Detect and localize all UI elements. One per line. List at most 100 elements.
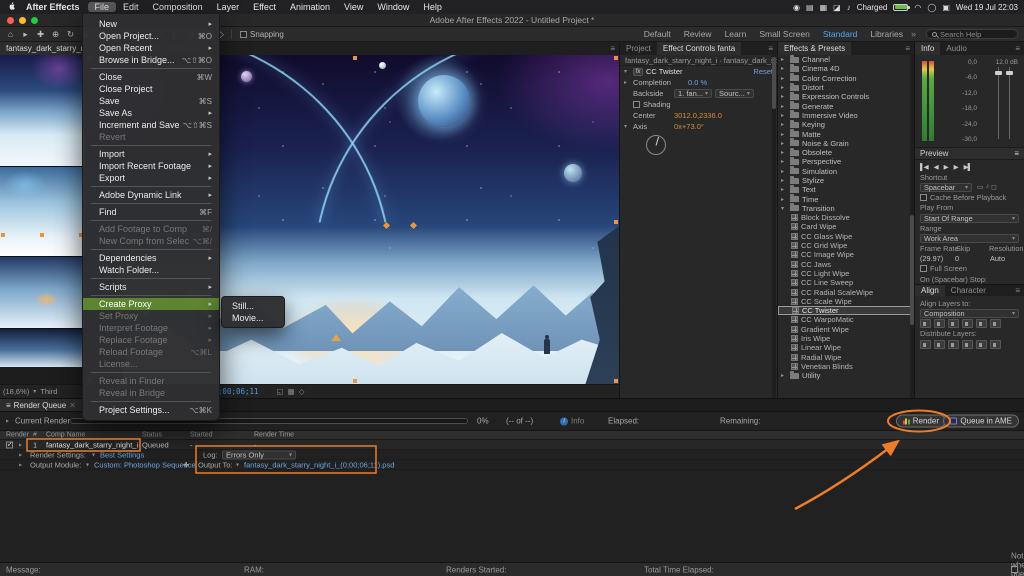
panel-menu-icon[interactable]: ≡ bbox=[764, 42, 777, 55]
control-center-icon[interactable]: ▣ bbox=[942, 3, 950, 12]
effect-item-cc-grid-wipe[interactable]: CC Grid Wipe bbox=[778, 241, 914, 250]
shading-checkbox[interactable] bbox=[633, 101, 640, 108]
proxy-submenu-item-still[interactable]: Still... bbox=[222, 300, 284, 312]
file-menu-item-export[interactable]: Export▸ bbox=[83, 172, 219, 184]
distribute-button-0[interactable] bbox=[920, 340, 931, 349]
chevron-down-icon[interactable]: ▾ bbox=[92, 451, 95, 458]
effect-item-cc-image-wipe[interactable]: CC Image Wipe bbox=[778, 250, 914, 259]
workspace-tab-libraries[interactable]: Libraries bbox=[870, 29, 903, 39]
panel-menu-icon[interactable]: ≡ bbox=[901, 42, 914, 55]
play-from-dropdown[interactable]: Start Of Range▾ bbox=[920, 214, 1019, 223]
column-header-status[interactable]: Status bbox=[142, 432, 162, 439]
effect-item-cc-twister[interactable]: CC Twister bbox=[778, 306, 914, 315]
column-header-started[interactable]: Started bbox=[190, 432, 213, 439]
frame-rate-dropdown[interactable]: (29.97) bbox=[920, 254, 949, 263]
selection-handle[interactable] bbox=[353, 379, 357, 383]
effect-item-iris-wipe[interactable]: Iris Wipe bbox=[778, 334, 914, 343]
effects-category-generate[interactable]: ▸Generate bbox=[778, 101, 914, 110]
shortcut-dropdown[interactable]: Spacebar▾ bbox=[920, 183, 972, 192]
effect-item-cc-warpomatic[interactable]: CC WarpoMatic bbox=[778, 315, 914, 324]
selection-handle[interactable] bbox=[353, 56, 357, 60]
effect-item-cc-scale-wipe[interactable]: CC Scale Wipe bbox=[778, 297, 914, 306]
property-row-backside[interactable]: Backside 1. fan...▾ Sourc...▾ bbox=[620, 88, 777, 99]
hand-tool[interactable]: ✚ bbox=[34, 29, 47, 40]
file-menu-item-save-as[interactable]: Save As▸ bbox=[83, 107, 219, 119]
footage-zoom-dropdown[interactable]: (18,6%) bbox=[3, 387, 29, 396]
menubar-menu-animation[interactable]: Animation bbox=[283, 2, 337, 12]
effect-item-linear-wipe[interactable]: Linear Wipe bbox=[778, 343, 914, 352]
keyboard-icon[interactable]: ▤ bbox=[806, 3, 814, 12]
play-button[interactable]: ▶ bbox=[944, 163, 948, 171]
effect-item-card-wipe[interactable]: Card Wipe bbox=[778, 222, 914, 231]
menubar-menu-help[interactable]: Help bbox=[416, 2, 449, 12]
distribute-button-4[interactable] bbox=[976, 340, 987, 349]
previous-frame-button[interactable]: ◀ bbox=[934, 163, 938, 171]
twirl-icon[interactable]: ▸ bbox=[19, 441, 25, 448]
effect-name[interactable]: CC Twister bbox=[646, 67, 683, 76]
cache-before-playback-checkbox[interactable] bbox=[920, 194, 927, 201]
wifi-icon[interactable]: ◠ bbox=[914, 3, 921, 12]
twirl-icon[interactable]: ▾ bbox=[624, 68, 630, 75]
file-menu-item-adobe-dynamic-link[interactable]: Adobe Dynamic Link▸ bbox=[83, 189, 219, 201]
effect-item-cc-radial-scalewipe[interactable]: CC Radial ScaleWipe bbox=[778, 287, 914, 296]
menubar-menu-file[interactable]: File bbox=[88, 2, 117, 12]
first-frame-button[interactable]: ▌◀ bbox=[920, 163, 928, 171]
align-button-0[interactable] bbox=[920, 319, 931, 328]
effects-category-immersive-video[interactable]: ▸Immersive Video bbox=[778, 111, 914, 120]
align-panel-tab[interactable]: Align bbox=[915, 285, 945, 296]
footage-thumbnail[interactable] bbox=[0, 329, 85, 367]
file-menu-item-close-project[interactable]: Close Project bbox=[83, 83, 219, 95]
menubar-app-name[interactable]: After Effects bbox=[19, 2, 87, 12]
twirl-icon[interactable]: ▸ bbox=[19, 461, 25, 468]
property-row-center[interactable]: Center 3012.0,2336.0 bbox=[620, 110, 777, 121]
character-panel-tab[interactable]: Character bbox=[945, 285, 992, 296]
proxy-submenu-item-movie[interactable]: Movie... bbox=[222, 312, 284, 324]
render-settings-value[interactable]: Best Settings bbox=[100, 450, 144, 459]
distribute-button-2[interactable] bbox=[948, 340, 959, 349]
workspace-tab-small-screen[interactable]: Small Screen bbox=[759, 29, 810, 39]
chevron-down-icon[interactable]: ▾ bbox=[236, 461, 239, 468]
render-queue-row[interactable]: ▸ 1 fantasy_dark_starry_night_i Queued -… bbox=[0, 440, 1024, 450]
align-button-3[interactable] bbox=[962, 319, 973, 328]
resolution-dropdown[interactable]: Auto bbox=[990, 254, 1019, 263]
footage-thumbnail[interactable] bbox=[0, 55, 85, 167]
audio-slider-right[interactable] bbox=[1009, 67, 1010, 139]
effects-category-distort[interactable]: ▸Distort bbox=[778, 83, 914, 92]
file-menu-item-browse-in-bridge[interactable]: Browse in Bridge...⌥⇧⌘O bbox=[83, 54, 219, 66]
column-header-comp-name[interactable]: Comp Name bbox=[46, 432, 85, 439]
file-menu-item-import-recent-footage[interactable]: Import Recent Footage▸ bbox=[83, 160, 219, 172]
property-row-shading[interactable]: Shading bbox=[620, 99, 777, 110]
menubar-clock[interactable]: Wed 19 Jul 22:03 bbox=[956, 3, 1018, 12]
align-button-4[interactable] bbox=[976, 319, 987, 328]
selection-handle[interactable] bbox=[614, 220, 618, 224]
render-queue-tab[interactable]: ≡ Render Queue ✕ bbox=[0, 399, 82, 411]
effect-item-cc-light-wipe[interactable]: CC Light Wipe bbox=[778, 269, 914, 278]
grid-icon[interactable]: ▦ bbox=[288, 387, 295, 396]
region-of-interest-icon[interactable]: ◱ bbox=[277, 387, 284, 396]
apple-menu-icon[interactable] bbox=[6, 2, 18, 13]
file-menu-item-create-proxy[interactable]: Create Proxy▸ bbox=[83, 298, 219, 310]
effects-category-transition[interactable]: ▾Transition bbox=[778, 204, 914, 213]
column-header-render[interactable]: Render bbox=[6, 432, 29, 439]
effects-category-cinema-4d[interactable]: ▸Cinema 4D bbox=[778, 64, 914, 73]
file-menu-item-increment-and-save[interactable]: Increment and Save⌥⇧⌘S bbox=[83, 119, 219, 131]
skip-value[interactable]: 0 bbox=[955, 254, 984, 263]
battery-icon[interactable] bbox=[893, 4, 908, 11]
effect-item-cc-jaws[interactable]: CC Jaws bbox=[778, 260, 914, 269]
selection-tool[interactable]: ▸ bbox=[19, 29, 32, 40]
help-search-input[interactable]: Search Help bbox=[926, 29, 1018, 39]
selection-handle[interactable] bbox=[1, 233, 5, 237]
effects-category-perspective[interactable]: ▸Perspective bbox=[778, 157, 914, 166]
full-screen-checkbox[interactable] bbox=[920, 265, 927, 272]
twirl-icon[interactable]: ▾ bbox=[624, 123, 630, 130]
footage-thumbnail[interactable] bbox=[0, 257, 85, 329]
align-button-5[interactable] bbox=[990, 319, 1001, 328]
file-menu-item-open-recent[interactable]: Open Recent▸ bbox=[83, 42, 219, 54]
effects-category-color-correction[interactable]: ▸Color Correction bbox=[778, 74, 914, 83]
align-to-dropdown[interactable]: Composition▾ bbox=[920, 309, 1019, 318]
last-frame-button[interactable]: ▶▌ bbox=[964, 163, 972, 171]
distribute-button-5[interactable] bbox=[990, 340, 1001, 349]
file-menu-item-new[interactable]: New▸ bbox=[83, 18, 219, 30]
output-module-value[interactable]: Custom: Photoshop Sequence bbox=[94, 460, 196, 469]
property-value[interactable]: 0.0 % bbox=[688, 78, 707, 87]
